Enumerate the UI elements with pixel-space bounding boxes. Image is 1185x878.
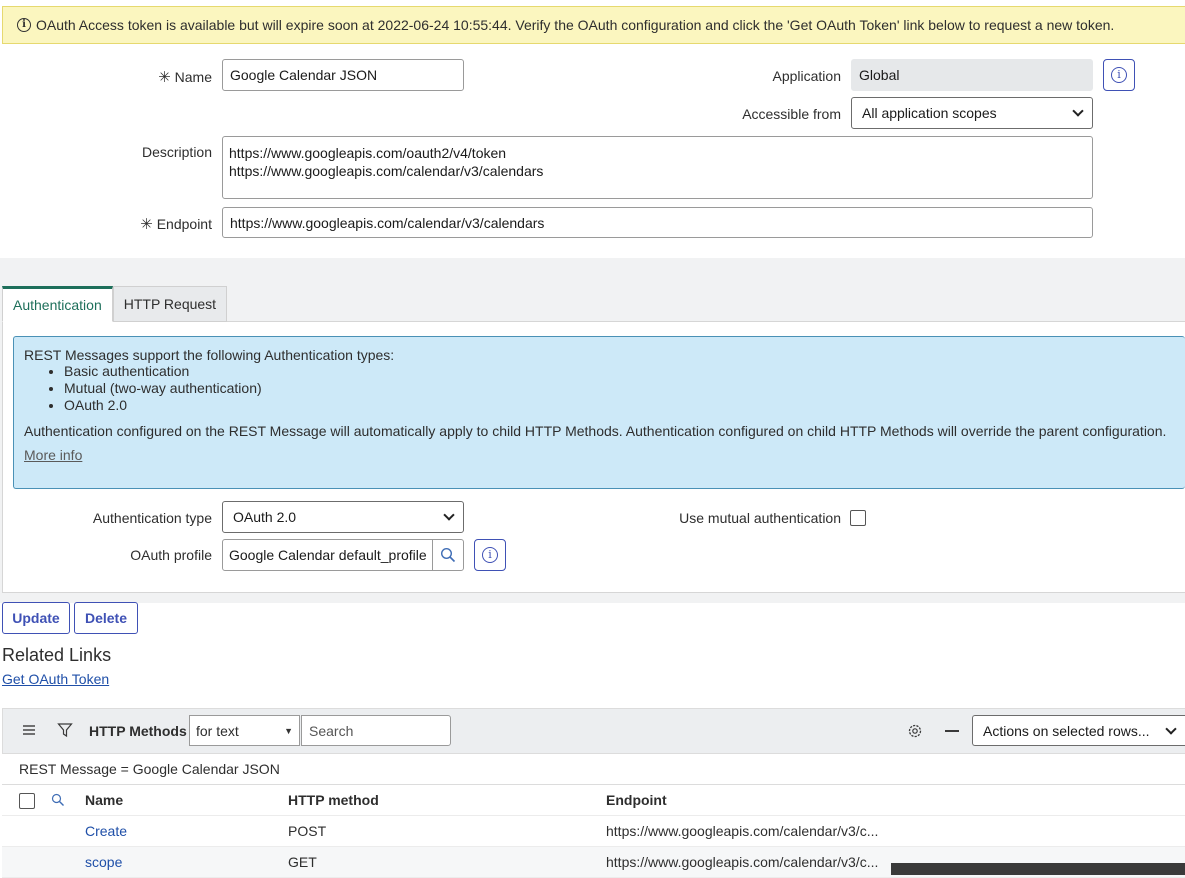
select-all-checkbox[interactable] (19, 793, 35, 809)
row-name-link[interactable]: Create (85, 823, 127, 839)
get-oauth-token-link[interactable]: Get OAuth Token (2, 671, 109, 687)
application-field: Global (851, 59, 1093, 91)
oauth-profile-info-button[interactable]: i (474, 539, 506, 571)
related-links-title: Related Links (2, 645, 112, 665)
description-label: Description (141, 144, 212, 160)
tab-http-request[interactable]: HTTP Request (112, 286, 228, 322)
search-input[interactable]: Search (301, 715, 451, 746)
row-endpoint: https://www.googleapis.com/calendar/v3/c… (606, 823, 879, 839)
list-menu-icon[interactable] (22, 723, 36, 737)
chevron-down-icon (1072, 105, 1084, 117)
row-name-link[interactable]: scope (85, 854, 122, 870)
oauth-profile-lookup-button[interactable] (432, 539, 464, 571)
chevron-down-icon (443, 509, 455, 521)
auth-types-list: Basic authentication Mutual (two-way aut… (24, 363, 1175, 414)
filter-breadcrumb[interactable]: REST Message = Google Calendar JSON (19, 761, 280, 777)
oauth-profile-input[interactable]: Google Calendar default_profile (222, 539, 433, 571)
delete-button[interactable]: Delete (74, 602, 138, 634)
row-method: GET (288, 854, 317, 870)
search-icon[interactable] (51, 793, 65, 807)
application-info-button[interactable]: i (1103, 59, 1135, 91)
accessible-from-select[interactable]: All application scopes (851, 97, 1093, 129)
filter-breadcrumb-row: REST Message = Google Calendar JSON (2, 754, 1185, 785)
tab-bar: Authentication HTTP Request (2, 286, 228, 322)
column-header-name[interactable]: Name (85, 792, 123, 808)
endpoint-label: ✳ Endpoint (140, 216, 212, 233)
name-label: ✳ Name (158, 69, 212, 86)
authentication-type-select[interactable]: OAuth 2.0 (222, 501, 464, 533)
authentication-type-label: Authentication type (92, 510, 212, 526)
application-label: Application (772, 68, 842, 84)
search-field-select[interactable]: for text ▼ (189, 715, 300, 746)
filter-icon[interactable] (57, 722, 73, 738)
oauth-expiry-banner: i OAuth Access token is available but wi… (2, 6, 1185, 44)
info-icon: i (17, 18, 31, 32)
info-text: Authentication configured on the REST Me… (24, 423, 1167, 439)
actions-select[interactable]: Actions on selected rows... (972, 715, 1185, 746)
table-header-row: Name HTTP method Endpoint (2, 785, 1185, 816)
column-header-http-method[interactable]: HTTP method (288, 792, 379, 808)
authentication-info-box: REST Messages support the following Auth… (13, 336, 1185, 489)
chevron-down-icon (1165, 722, 1177, 735)
list-item: Mutual (two-way authentication) (64, 380, 1175, 397)
mutual-auth-checkbox[interactable] (850, 510, 866, 526)
caret-down-icon: ▼ (284, 725, 293, 736)
gear-icon[interactable] (907, 723, 923, 739)
description-textarea[interactable]: https://www.googleapis.com/oauth2/v4/tok… (222, 136, 1093, 199)
column-header-endpoint[interactable]: Endpoint (606, 792, 667, 808)
required-icon: ✳ (158, 69, 171, 86)
row-endpoint: https://www.googleapis.com/calendar/v3/c… (606, 854, 879, 870)
update-button[interactable]: Update (2, 602, 70, 634)
list-item: OAuth 2.0 (64, 397, 1175, 414)
search-icon (440, 547, 456, 563)
required-icon: ✳ (140, 216, 153, 233)
oauth-profile-label: OAuth profile (130, 547, 212, 563)
info-intro: REST Messages support the following Auth… (24, 347, 395, 363)
overlay-bar (891, 863, 1185, 875)
endpoint-input[interactable]: https://www.googleapis.com/calendar/v3/c… (222, 207, 1093, 238)
row-method: POST (288, 823, 327, 839)
name-input[interactable]: Google Calendar JSON (222, 59, 464, 91)
http-methods-title: HTTP Methods (89, 723, 187, 739)
info-icon: i (482, 547, 498, 563)
banner-text: OAuth Access token is available but will… (36, 17, 1115, 33)
accessible-from-label: Accessible from (742, 106, 841, 122)
tab-authentication[interactable]: Authentication (2, 286, 113, 322)
more-info-link[interactable]: More info (24, 447, 82, 463)
info-icon: i (1111, 67, 1127, 83)
collapse-icon[interactable] (945, 730, 959, 732)
mutual-auth-label: Use mutual authentication (679, 510, 841, 526)
list-item: Basic authentication (64, 363, 1175, 380)
table-row: Create POST https://www.googleapis.com/c… (2, 816, 1185, 847)
